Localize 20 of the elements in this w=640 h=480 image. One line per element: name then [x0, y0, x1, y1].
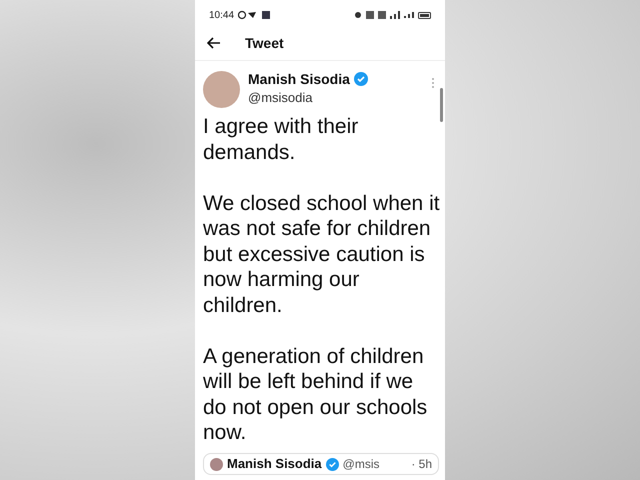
quoted-tweet-card[interactable]: Manish Sisodia @msis · 5h [203, 453, 439, 475]
author-name[interactable]: Manish Sisodia [248, 71, 350, 87]
avatar[interactable] [203, 71, 240, 108]
tweet-text: We closed school when it was not safe for children but excessive caution is now harming our children. [203, 190, 440, 318]
signal-icon [404, 12, 414, 18]
avatar [210, 458, 223, 470]
page-title: Tweet [245, 35, 284, 51]
tweet-text: I agree with their demands. [203, 114, 360, 165]
battery-icon [418, 12, 431, 18]
author-handle[interactable]: @msisodia [248, 90, 423, 105]
eye-icon [354, 11, 362, 19]
scrollbar [440, 88, 443, 122]
status-time: 10:44 [209, 10, 234, 20]
tweet-text: A generation of children will be left behind if we do not open our schools now. [203, 344, 428, 446]
signal-icon [390, 11, 400, 19]
quoted-author-handle: @msis [342, 456, 380, 472]
back-button[interactable] [205, 35, 223, 51]
quoted-tweet-time: · 5h [411, 456, 432, 472]
quoted-author-name: Manish Sisodia [227, 456, 322, 472]
more-options-icon[interactable] [431, 77, 435, 89]
